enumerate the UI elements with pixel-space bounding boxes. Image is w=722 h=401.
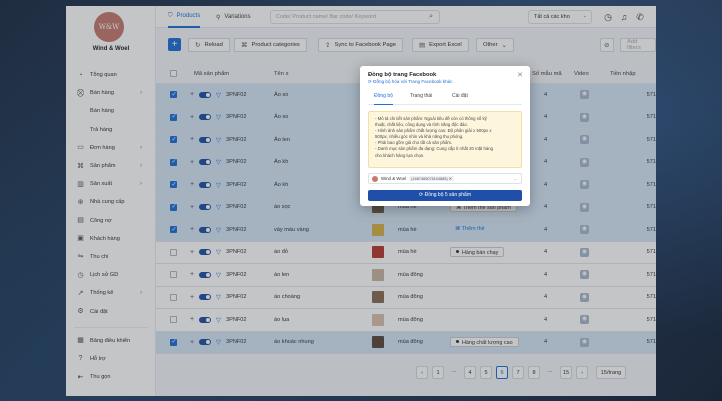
- note-line: - Mô tả chi tiết sản phẩm: Ngoài tiêu đề…: [375, 116, 487, 121]
- note-line: - Danh mục sản phẩm đa dạng: Cung cấp ít…: [375, 146, 494, 152]
- note-line: thuật, chất liệu, công dụng và tính năng…: [375, 122, 468, 128]
- note-line: - Hình ảnh sản phẩm chất lượng cao: Độ p…: [375, 128, 492, 134]
- modal-tab-status[interactable]: Trạng thái: [410, 93, 432, 105]
- modal-subtitle-link[interactable]: ⟳ Đồng bộ hóa với Trang Facebook khác: [368, 79, 453, 85]
- page-name: Wind & Woel: [381, 176, 407, 181]
- modal-tab-sync[interactable]: Đồng bộ: [374, 93, 393, 105]
- facebook-page-select[interactable]: Wind & Woel (1687465075104885) ✕ ⌄: [368, 173, 522, 184]
- page-id-chip[interactable]: (1687465075104885) ✕: [409, 176, 454, 181]
- note-line: cho khách hàng lựa chọn.: [375, 152, 425, 158]
- requirements-note: - Mô tả chi tiết sản phẩm: Ngoài tiêu đề…: [368, 111, 522, 168]
- sync-products-button[interactable]: ⟳ Đồng bộ 5 sản phẩm: [368, 190, 522, 201]
- sync-products-label: Đồng bộ 5 sản phẩm: [424, 192, 471, 198]
- modal-tab-settings[interactable]: Cài đặt: [452, 93, 468, 105]
- page-id: (1687465075104885): [411, 177, 448, 181]
- note-line: 500px, nhiều góc nhìn và khả năng thu ph…: [375, 134, 464, 140]
- modal-title: Đồng bộ trang Facebook: [368, 72, 437, 78]
- page-avatar: [372, 175, 378, 182]
- chevron-down-icon: ⌄: [513, 176, 517, 181]
- note-line: - Phải bao gồm giá cho tất cả sản phẩm.: [375, 140, 453, 146]
- close-icon[interactable]: ✕: [517, 71, 523, 79]
- facebook-sync-modal: Đồng bộ trang Facebook ⟳ Đồng bộ hóa với…: [360, 66, 530, 206]
- modal-tabs: Đồng bộ Trạng thái Cài đặt: [368, 93, 522, 105]
- app-window: W&W Wind & Woel ◔ Tổng quan ⛒ Bán hàng › Bán …: [66, 6, 656, 396]
- modal-subtitle-text: Đồng bộ hóa với Trang Facebook khác: [373, 79, 453, 84]
